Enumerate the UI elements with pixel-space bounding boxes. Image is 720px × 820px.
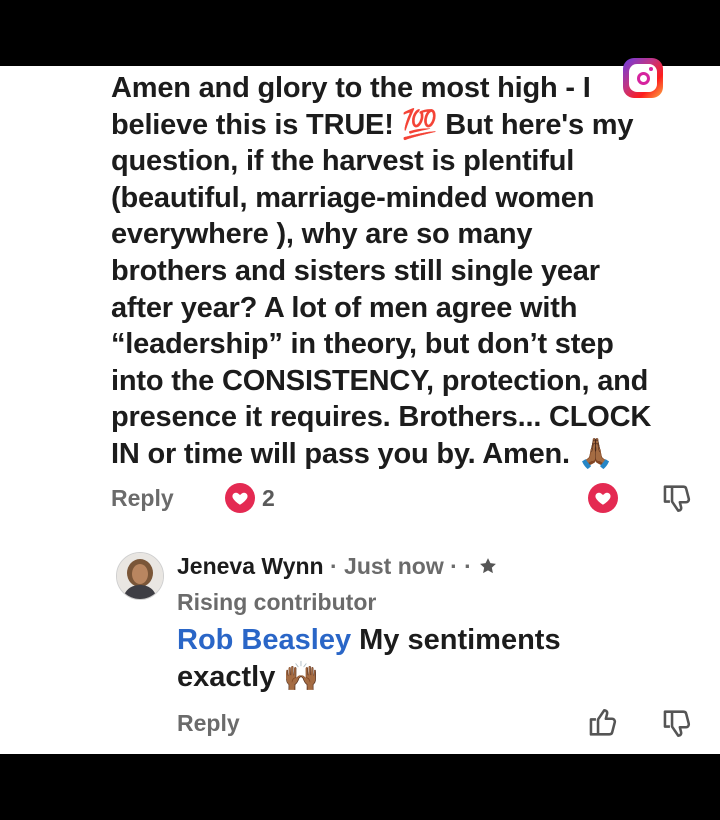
reaction-count: 2 [262,485,275,511]
thumbs-down-icon[interactable] [660,481,694,515]
separator: · [323,553,345,579]
reply-actions: Reply [0,703,720,743]
reply-text: Rob Beasley My sentiments exactly 🙌🏾 [177,622,617,696]
timestamp: Just now [344,553,444,579]
instagram-logo [623,58,663,98]
heart-like-button[interactable] [588,483,618,513]
comment-actions: Reply 2 [0,478,720,518]
avatar[interactable] [116,552,164,600]
comment-thread: Amen and glory to the most high - I beli… [0,66,720,754]
reply-button[interactable]: Reply [177,703,240,743]
separator: · · [443,553,479,579]
heart-reaction-icon [225,483,255,513]
author-name[interactable]: Jeneva Wynn [177,553,324,579]
star-icon [480,558,497,574]
contributor-badge: Rising contributor [177,589,377,615]
thumbs-down-icon[interactable] [660,706,694,740]
mention-link[interactable]: Rob Beasley [177,624,351,656]
thumbs-up-icon[interactable] [586,706,620,740]
comment-text: Amen and glory to the most high - I beli… [111,72,652,470]
reply-button[interactable]: Reply [111,478,174,518]
reply-header: Jeneva Wynn · Just now · · Rising contri… [177,548,517,620]
